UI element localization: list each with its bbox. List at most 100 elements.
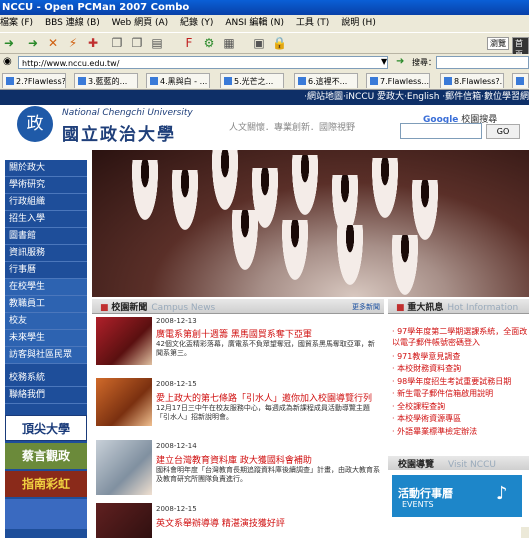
tab-label: 6.這裡不... — [308, 77, 348, 86]
back-icon[interactable]: ➜ — [2, 36, 16, 50]
hot-info-item[interactable]: 外語畢業標準檢定辦法 — [392, 426, 529, 437]
banner-blue[interactable] — [5, 499, 87, 529]
menu-log[interactable]: 紀錄 (Y) — [180, 18, 213, 28]
hot-info-item[interactable]: 97學年度第二學期選課系統，全面改以電子郵件帳號密碼登入 — [392, 326, 529, 348]
toolbar: ➜ ➜ ✕ ⚡ ✚ ❐ ❐ ▤ F ⚙ ▦ ▣ 🔒 瀏覽 首頁 — [0, 32, 529, 61]
campus-search: Google 校園搜尋 GO — [393, 112, 529, 142]
tab-2[interactable]: 3.藍藍的... — [74, 73, 138, 88]
banner-rainbow[interactable]: 指南彩虹 — [5, 471, 87, 497]
tab-7[interactable]: 8.Flawless?... — [440, 73, 504, 88]
sidebar-item-contact[interactable]: 聯絡我們 — [5, 387, 87, 404]
news-title-zh: 校園新聞 — [111, 303, 148, 313]
news-headline[interactable]: 廣電系第創十週籌 黑馬國貿系奪下亞軍 — [156, 327, 312, 340]
music-note-icon: ♪ — [496, 483, 508, 504]
news-headline[interactable]: 建立台灣教育資料庫 政大獲國科會補助 — [156, 453, 312, 466]
menu-bbs[interactable]: BBS 連線 (B) — [45, 18, 100, 28]
news-date: 2008-12-15 — [156, 505, 197, 513]
banner-top-university[interactable]: 頂尖大學 — [5, 415, 87, 441]
hot-info-title-en: Hot Information — [447, 303, 519, 313]
pin-icon[interactable]: ✚ — [86, 36, 100, 50]
browse-button[interactable]: 瀏覽 — [487, 37, 509, 50]
logo-chinese-name[interactable]: 國立政治大學 — [62, 120, 176, 145]
hot-info-item[interactable]: 本校學術資源專區 — [392, 413, 529, 424]
search-label: 搜尋： — [412, 58, 436, 67]
tab-label: 3.藍藍的... — [88, 77, 128, 86]
keyboard-icon[interactable]: ▣ — [252, 36, 266, 50]
news-title-en: Campus News — [151, 303, 216, 313]
tab-6[interactable]: 7.Flawless... — [366, 73, 430, 88]
tab-3[interactable]: 4.黑與白 - ... — [146, 73, 210, 88]
university-seal-icon[interactable]: 政 — [17, 106, 53, 142]
hot-info-item[interactable]: 全校課程查詢 — [392, 401, 529, 412]
hot-info-item[interactable]: 98學年度招生考試重要試務日期 — [392, 376, 529, 387]
news-thumbnail[interactable] — [96, 440, 152, 495]
site-top-nav[interactable]: ‧網站地圖‧iNCCU 愛政大‧English ‧郵件信箱‧數位學習網 — [0, 90, 529, 105]
dropdown-icon[interactable]: ▼ — [381, 57, 387, 66]
news-headline[interactable]: 愛上政大的第七條路「引水人」邀你加入校園導覽行列 — [156, 391, 372, 404]
news-thumbnail[interactable] — [96, 378, 152, 426]
menu-tools[interactable]: 工具 (T) — [296, 18, 329, 28]
events-calendar-banner[interactable]: 活動行事曆 EVENTS ♪ — [392, 475, 522, 517]
sidebar: 關於政大 學術研究 行政組織 招生入學 圖書館 資訊服務 行事曆 在校學生 教職… — [5, 160, 87, 538]
go-button[interactable]: GO — [486, 124, 520, 139]
search-input[interactable] — [436, 56, 529, 69]
campus-search-input[interactable] — [400, 123, 482, 139]
sidebar-item-alumni[interactable]: 校友 — [5, 313, 87, 330]
events-label-zh: 活動行事曆 — [398, 487, 453, 500]
news-thumbnail[interactable] — [96, 317, 152, 365]
tab-4[interactable]: 5.光芒之... — [220, 73, 284, 88]
banner-tsai[interactable]: 蔡言觀政 — [5, 443, 87, 469]
hot-info-title: ■ 重大訊息 Hot Information — [396, 303, 519, 313]
sidebar-item-students[interactable]: 在校學生 — [5, 279, 87, 296]
sidebar-item-systems[interactable]: 校務系統 — [5, 370, 87, 387]
go-icon[interactable]: ➜ — [396, 56, 404, 67]
page-icon[interactable]: ▤ — [150, 36, 164, 50]
tab-icon — [516, 77, 524, 85]
sidebar-item-staff[interactable]: 教職員工 — [5, 296, 87, 313]
sidebar-item-library[interactable]: 圖書館 — [5, 228, 87, 245]
forward-icon[interactable]: ➜ — [26, 36, 40, 50]
sidebar-item-about[interactable]: 關於政大 — [5, 160, 87, 177]
connect-icon[interactable]: ✕ — [46, 36, 60, 50]
visit-nccu-header: 校園導覽 Visit NCCU — [388, 456, 529, 470]
sidebar-item-it[interactable]: 資訊服務 — [5, 245, 87, 262]
copy-icon[interactable]: ❐ — [110, 36, 124, 50]
campus-news-title: ■ 校園新聞 Campus News — [100, 303, 216, 313]
paste-icon[interactable]: ❐ — [130, 36, 144, 50]
news-thumbnail[interactable] — [96, 503, 152, 538]
tab-8[interactable] — [512, 73, 529, 88]
sidebar-item-future-students[interactable]: 未來學生 — [5, 330, 87, 347]
scrollbar[interactable] — [521, 527, 529, 538]
menu-help[interactable]: 說明 (H) — [341, 18, 376, 28]
more-news-link[interactable]: 更多新聞 — [352, 302, 380, 312]
sidebar-item-admin[interactable]: 行政組織 — [5, 194, 87, 211]
hot-info-title-zh: 重大訊息 — [407, 303, 444, 313]
page-icon: ◉ — [3, 56, 12, 67]
tab-5[interactable]: 6.這裡不... — [294, 73, 358, 88]
menu-ansi[interactable]: ANSI 編輯 (N) — [225, 18, 284, 28]
sidebar-item-research[interactable]: 學術研究 — [5, 177, 87, 194]
visit-title-en: Visit NCCU — [448, 460, 496, 470]
menu-bar: 檔案 (F) BBS 連線 (B) Web 網頁 (A) 紀錄 (Y) ANSI… — [0, 15, 529, 32]
lock-icon[interactable]: 🔒 — [272, 36, 287, 50]
campus-hero-photo — [92, 150, 529, 297]
menu-web[interactable]: Web 網頁 (A) — [112, 18, 169, 28]
settings-icon[interactable]: ⚙ — [202, 36, 216, 50]
url-input[interactable]: http://www.nccu.edu.tw/ — [18, 56, 388, 69]
tab-label: 2.?Flawless?- — [16, 77, 66, 86]
sidebar-item-calendar[interactable]: 行事曆 — [5, 262, 87, 279]
menu-file[interactable]: 檔案 (F) — [0, 18, 33, 28]
tab-1[interactable]: 2.?Flawless?- — [2, 73, 66, 88]
news-date: 2008-12-15 — [156, 380, 197, 388]
font-icon[interactable]: F — [182, 36, 196, 50]
hot-info-header: ■ 重大訊息 Hot Information — [388, 299, 529, 314]
hot-info-item[interactable]: 971教學意見調查 — [392, 351, 529, 362]
hot-info-item[interactable]: 新生電子郵件信箱啟用說明 — [392, 388, 529, 399]
hot-info-item[interactable]: 本校財務資料查詢 — [392, 363, 529, 374]
news-headline[interactable]: 英文系舉辦導導 精湛演技獲好評 — [156, 516, 285, 529]
logo-english-name[interactable]: National Chengchi University — [62, 108, 193, 118]
sidebar-item-visitors[interactable]: 訪客與社區民眾 — [5, 347, 87, 364]
reconnect-icon[interactable]: ⚡ — [66, 36, 80, 50]
sidebar-item-admission[interactable]: 招生入學 — [5, 211, 87, 228]
grid-icon[interactable]: ▦ — [222, 36, 236, 50]
